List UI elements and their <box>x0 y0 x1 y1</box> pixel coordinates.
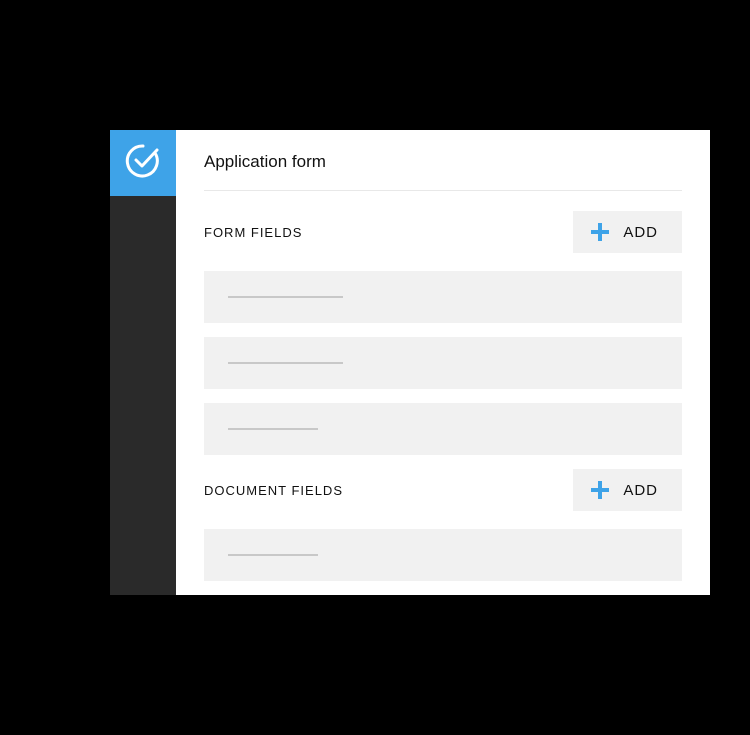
document-fields-header: DOCUMENT FIELDS ADD <box>204 469 682 511</box>
document-fields-label: DOCUMENT FIELDS <box>204 483 343 498</box>
main-content: Application form FORM FIELDS ADD <box>176 130 710 595</box>
form-fields-header: FORM FIELDS ADD <box>204 211 682 253</box>
form-field-row[interactable] <box>204 403 682 455</box>
plus-icon <box>591 481 609 499</box>
document-field-row[interactable] <box>204 529 682 581</box>
field-placeholder <box>228 362 343 364</box>
form-field-row[interactable] <box>204 271 682 323</box>
add-document-field-button[interactable]: ADD <box>573 469 682 511</box>
app-window: Application form FORM FIELDS ADD <box>110 130 710 595</box>
add-form-field-button[interactable]: ADD <box>573 211 682 253</box>
form-fields-label: FORM FIELDS <box>204 225 302 240</box>
add-button-label: ADD <box>623 482 658 499</box>
field-placeholder <box>228 428 318 430</box>
sidebar <box>110 130 176 595</box>
checkmark-circle-icon <box>124 142 162 185</box>
add-button-label: ADD <box>623 224 658 241</box>
plus-icon <box>591 223 609 241</box>
page-title: Application form <box>204 152 682 191</box>
form-field-row[interactable] <box>204 337 682 389</box>
app-logo[interactable] <box>110 130 176 196</box>
field-placeholder <box>228 296 343 298</box>
field-placeholder <box>228 554 318 556</box>
